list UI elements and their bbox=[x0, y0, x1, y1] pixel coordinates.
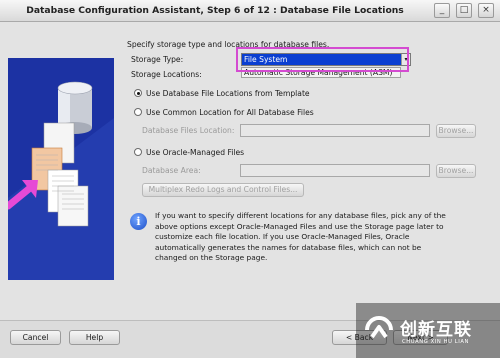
highlight-outline bbox=[236, 47, 409, 72]
watermark-text: 创新互联 bbox=[400, 320, 472, 340]
option-oracle-managed-label: Use Oracle-Managed Files bbox=[146, 148, 245, 157]
radio-common-location[interactable] bbox=[134, 108, 142, 116]
storage-locations-label: Storage Locations: bbox=[131, 70, 202, 79]
database-area-label: Database Area: bbox=[142, 166, 201, 175]
database-area-input[interactable] bbox=[240, 164, 430, 177]
close-button[interactable]: × bbox=[478, 3, 494, 18]
title-bar: Database Configuration Assistant, Step 6… bbox=[0, 0, 500, 22]
info-icon: i bbox=[130, 213, 147, 230]
files-location-input[interactable] bbox=[240, 124, 430, 137]
help-button[interactable]: Help bbox=[69, 330, 120, 345]
browse-database-area-button[interactable]: Browse... bbox=[436, 164, 476, 178]
option-template-label: Use Database File Locations from Templat… bbox=[146, 89, 310, 98]
window-title: Database Configuration Assistant, Step 6… bbox=[26, 5, 404, 16]
info-text: If you want to specify different locatio… bbox=[155, 211, 446, 262]
browse-files-location-button[interactable]: Browse... bbox=[436, 124, 476, 138]
radio-template-locations[interactable] bbox=[134, 89, 142, 97]
cancel-button[interactable]: Cancel bbox=[10, 330, 61, 345]
files-location-label: Database Files Location: bbox=[142, 126, 235, 135]
multiplex-button[interactable]: Multiplex Redo Logs and Control Files... bbox=[142, 183, 304, 197]
database-files-illustration bbox=[8, 58, 114, 280]
option-common-label: Use Common Location for All Database Fil… bbox=[146, 108, 314, 117]
maximize-button[interactable]: □ bbox=[456, 3, 472, 18]
watermark: 创新互联 CHUANG XIN HU LIAN bbox=[356, 303, 500, 358]
dialog-window: Database Configuration Assistant, Step 6… bbox=[0, 0, 500, 358]
watermark-subtext: CHUANG XIN HU LIAN bbox=[402, 339, 470, 345]
radio-oracle-managed[interactable] bbox=[134, 148, 142, 156]
storage-type-label: Storage Type: bbox=[131, 55, 184, 64]
logo-icon bbox=[365, 316, 393, 339]
illustration-panel bbox=[8, 58, 114, 280]
minimize-button[interactable]: _ bbox=[434, 3, 450, 18]
